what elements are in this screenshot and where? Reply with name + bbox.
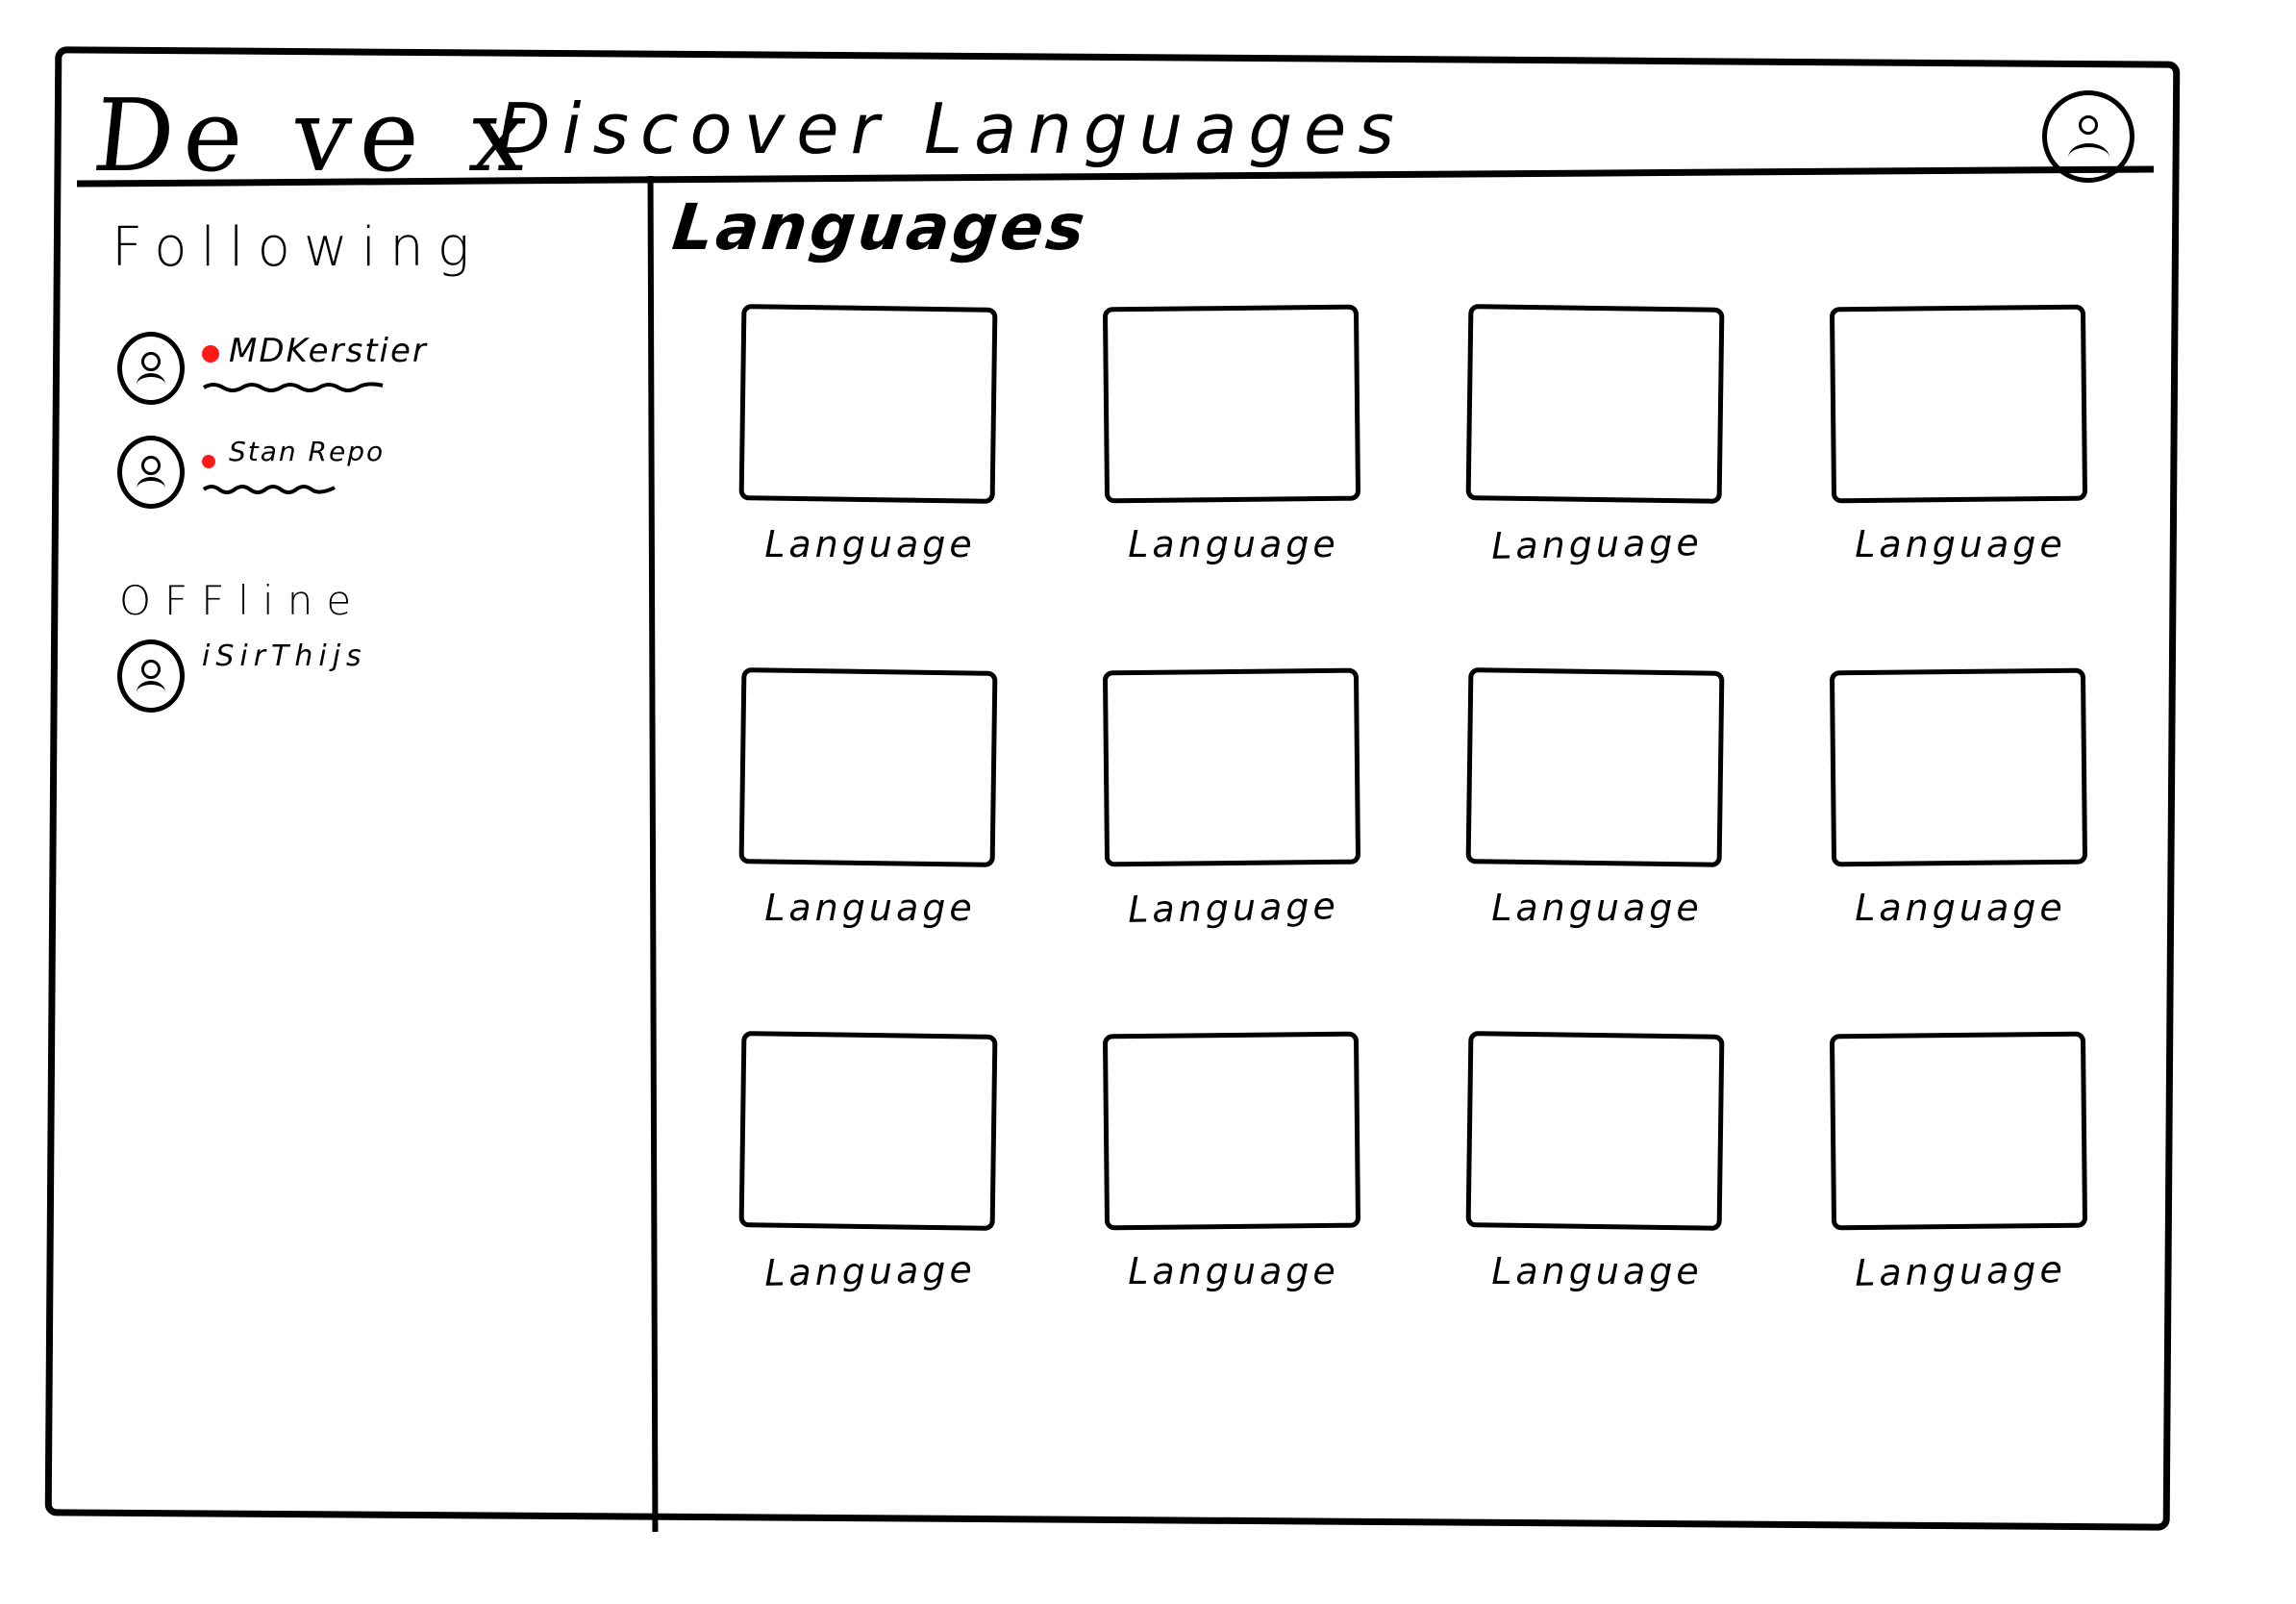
online-status-dot (202, 345, 219, 363)
language-card[interactable]: Language (1465, 667, 1727, 994)
language-thumbnail (738, 667, 998, 867)
language-label: Language (764, 887, 976, 929)
avatar (117, 639, 185, 713)
online-status-dot (202, 455, 215, 468)
language-card[interactable]: Language (1102, 1031, 1363, 1358)
languages-grid: Language Language Language Language Lang… (738, 304, 2125, 1358)
language-card[interactable]: Language (1102, 304, 1363, 631)
top-bar: De ve x Discover Languages (50, 54, 2175, 194)
offline-heading: OFFline (119, 577, 365, 624)
language-card[interactable]: Language (1829, 667, 2090, 994)
section-title: Languages (668, 190, 1091, 264)
status-text-scribble (202, 382, 384, 392)
language-thumbnail (1829, 1031, 2088, 1231)
friend-name: Stan Repo (229, 436, 386, 467)
language-thumbnail (1829, 304, 2088, 504)
language-label: Language (764, 523, 976, 565)
language-card[interactable]: Language (738, 667, 1000, 994)
language-thumbnail (738, 1031, 998, 1231)
friend-item-isirthijs[interactable]: iSirThijs (106, 639, 625, 726)
language-label: Language (1854, 1248, 2067, 1294)
page-title: Discover Languages (497, 88, 1406, 169)
friends-sidebar: Following MDKerstier Stan Repo OFFline i… (106, 216, 625, 1466)
language-thumbnail (738, 304, 998, 504)
language-thumbnail (1465, 1031, 1725, 1231)
language-thumbnail (1465, 304, 1725, 504)
language-label: Language (1128, 523, 1339, 565)
language-thumbnail (1465, 667, 1725, 867)
following-heading: Following (112, 216, 484, 279)
friend-item-mdkerstier[interactable]: MDKerstier (106, 332, 625, 418)
language-label: Language (1855, 887, 2066, 929)
friend-name: iSirThijs (202, 639, 367, 673)
language-card[interactable]: Language (1829, 1031, 2090, 1358)
language-card[interactable]: Language (1465, 304, 1727, 631)
language-label: Language (763, 1248, 977, 1294)
language-label: Language (1491, 887, 1703, 929)
language-card[interactable]: Language (1829, 304, 2090, 631)
language-card[interactable]: Language (1465, 1031, 1727, 1358)
avatar (117, 436, 185, 509)
language-thumbnail (1102, 667, 1361, 867)
status-text-scribble (202, 485, 336, 494)
language-card[interactable]: Language (1102, 667, 1363, 994)
language-thumbnail (1829, 667, 2088, 867)
language-label: Language (1490, 521, 1704, 567)
language-thumbnail (1102, 304, 1361, 504)
friend-name: MDKerstier (229, 332, 428, 370)
language-label: Language (1491, 1250, 1703, 1292)
language-thumbnail (1102, 1031, 1361, 1231)
language-card[interactable]: Language (738, 1031, 1000, 1358)
language-label: Language (1855, 523, 2066, 565)
avatar (117, 332, 185, 405)
language-label: Language (1128, 1250, 1339, 1292)
language-card[interactable]: Language (738, 304, 1000, 631)
friend-item-stan-repo[interactable]: Stan Repo (106, 436, 625, 522)
avatar-face-icon (122, 337, 180, 400)
avatar-face-icon (122, 440, 180, 504)
avatar-face-icon (122, 644, 180, 708)
language-label: Language (1127, 885, 1340, 931)
